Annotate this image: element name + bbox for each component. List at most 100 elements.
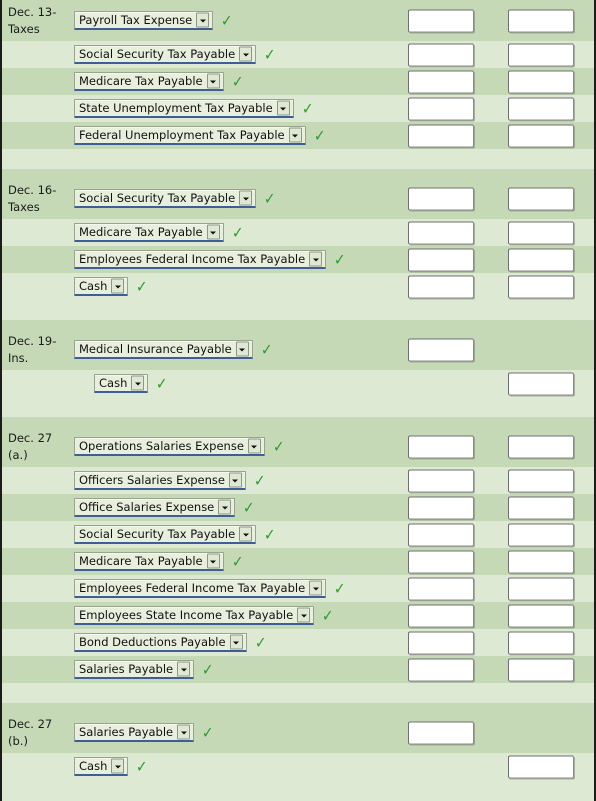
account-select[interactable]: Federal Unemployment Tax Payable (74, 126, 306, 145)
credit-amount-input[interactable] (508, 469, 574, 492)
account-select[interactable]: Employees Federal Income Tax Payable (74, 250, 327, 269)
credit-amount-input[interactable] (508, 70, 574, 93)
chevron-down-icon[interactable] (228, 472, 242, 488)
account-select[interactable]: State Unemployment Tax Payable (74, 99, 294, 118)
debit-amount-input[interactable] (408, 658, 474, 681)
journal-line-row: Bond Deductions Payable ✓ (2, 629, 594, 656)
chevron-down-icon[interactable] (111, 758, 125, 774)
credit-amount-input[interactable] (508, 187, 574, 210)
debit-amount-slot (408, 435, 474, 458)
chevron-down-icon[interactable] (309, 580, 323, 596)
debit-amount-input[interactable] (408, 187, 474, 210)
credit-amount-input[interactable] (508, 577, 574, 600)
debit-amount-input[interactable] (408, 721, 474, 744)
credit-amount-input[interactable] (508, 275, 574, 298)
account-select[interactable]: Cash (94, 374, 149, 393)
chevron-down-icon[interactable] (239, 46, 253, 62)
debit-amount-input[interactable] (408, 523, 474, 546)
account-select[interactable]: Employees Federal Income Tax Payable (74, 579, 327, 598)
credit-amount-input[interactable] (508, 43, 574, 66)
credit-amount-input[interactable] (508, 523, 574, 546)
chevron-down-icon[interactable] (235, 341, 249, 357)
debit-amount-input[interactable] (408, 9, 474, 32)
credit-amount-input[interactable] (508, 755, 574, 778)
account-select[interactable]: Social Security Tax Payable (74, 525, 257, 544)
debit-amount-slot (408, 550, 474, 573)
account-select[interactable]: Social Security Tax Payable (74, 45, 257, 64)
account-select[interactable]: Salaries Payable (74, 723, 195, 742)
credit-amount-input[interactable] (508, 248, 574, 271)
debit-amount-slot (408, 187, 474, 210)
debit-amount-input[interactable] (408, 469, 474, 492)
credit-amount-input[interactable] (508, 631, 574, 654)
credit-amount-input[interactable] (508, 221, 574, 244)
chevron-down-icon[interactable] (131, 375, 145, 391)
account-select[interactable]: Social Security Tax Payable (74, 189, 257, 208)
credit-amount-slot (508, 577, 574, 600)
credit-amount-slot (508, 97, 574, 120)
chevron-down-icon[interactable] (196, 12, 210, 28)
debit-amount-input[interactable] (408, 70, 474, 93)
account-select[interactable]: Medicare Tax Payable (74, 552, 224, 571)
chevron-down-icon[interactable] (177, 661, 191, 677)
debit-amount-input[interactable] (408, 435, 474, 458)
debit-amount-slot (408, 248, 474, 271)
journal-line-row: Federal Unemployment Tax Payable ✓ (2, 122, 594, 149)
account-select[interactable]: Cash (74, 277, 129, 296)
chevron-down-icon[interactable] (111, 278, 125, 294)
account-select[interactable]: Operations Salaries Expense (74, 437, 265, 456)
debit-amount-input[interactable] (408, 577, 474, 600)
account-select[interactable]: Office Salaries Expense (74, 498, 236, 517)
credit-amount-input[interactable] (508, 124, 574, 147)
credit-amount-input[interactable] (508, 9, 574, 32)
chevron-down-icon[interactable] (229, 634, 243, 650)
account-select[interactable]: Medicare Tax Payable (74, 223, 224, 242)
account-select[interactable]: Employees State Income Tax Payable (74, 606, 315, 625)
entry-date-line1: Dec. 13- (8, 4, 57, 19)
account-select[interactable]: Payroll Tax Expense (74, 11, 214, 30)
chevron-down-icon[interactable] (206, 224, 220, 240)
journal-line-row: State Unemployment Tax Payable ✓ (2, 95, 594, 122)
chevron-down-icon[interactable] (297, 607, 311, 623)
credit-amount-input[interactable] (508, 658, 574, 681)
debit-amount-input[interactable] (408, 221, 474, 244)
account-select[interactable]: Bond Deductions Payable (74, 633, 247, 652)
debit-amount-slot (408, 338, 474, 361)
account-select[interactable]: Medical Insurance Payable (74, 340, 253, 359)
chevron-down-icon[interactable] (288, 127, 302, 143)
credit-amount-input[interactable] (508, 97, 574, 120)
debit-amount-input[interactable] (408, 338, 474, 361)
credit-amount-input[interactable] (508, 604, 574, 627)
chevron-down-icon[interactable] (177, 724, 191, 740)
chevron-down-icon[interactable] (239, 190, 253, 206)
debit-amount-input[interactable] (408, 124, 474, 147)
account-select[interactable]: Salaries Payable (74, 660, 195, 679)
credit-amount-input[interactable] (508, 550, 574, 573)
chevron-down-icon[interactable] (206, 553, 220, 569)
debit-amount-input[interactable] (408, 550, 474, 573)
debit-amount-input[interactable] (408, 97, 474, 120)
credit-amount-input[interactable] (508, 435, 574, 458)
credit-amount-input[interactable] (508, 372, 574, 395)
credit-amount-input[interactable] (508, 496, 574, 519)
account-select[interactable]: Officers Salaries Expense (74, 471, 246, 490)
debit-amount-input[interactable] (408, 248, 474, 271)
account-select[interactable]: Cash (74, 757, 129, 776)
chevron-down-icon[interactable] (239, 526, 253, 542)
account-select[interactable]: Medicare Tax Payable (74, 72, 224, 91)
journal-line-row: Dec. 27 (b.) Salaries Payable ✓ (2, 712, 594, 753)
validation-check-icon: ✓ (202, 659, 214, 679)
chevron-down-icon[interactable] (247, 438, 261, 454)
chevron-down-icon[interactable] (276, 100, 290, 116)
debit-amount-input[interactable] (408, 496, 474, 519)
debit-amount-input[interactable] (408, 604, 474, 627)
debit-amount-input[interactable] (408, 631, 474, 654)
debit-amount-slot (408, 658, 474, 681)
chevron-down-icon[interactable] (218, 499, 232, 515)
chevron-down-icon[interactable] (309, 251, 323, 267)
chevron-down-icon[interactable] (206, 73, 220, 89)
debit-amount-slot (408, 275, 474, 298)
debit-amount-slot (408, 604, 474, 627)
debit-amount-input[interactable] (408, 43, 474, 66)
debit-amount-input[interactable] (408, 275, 474, 298)
